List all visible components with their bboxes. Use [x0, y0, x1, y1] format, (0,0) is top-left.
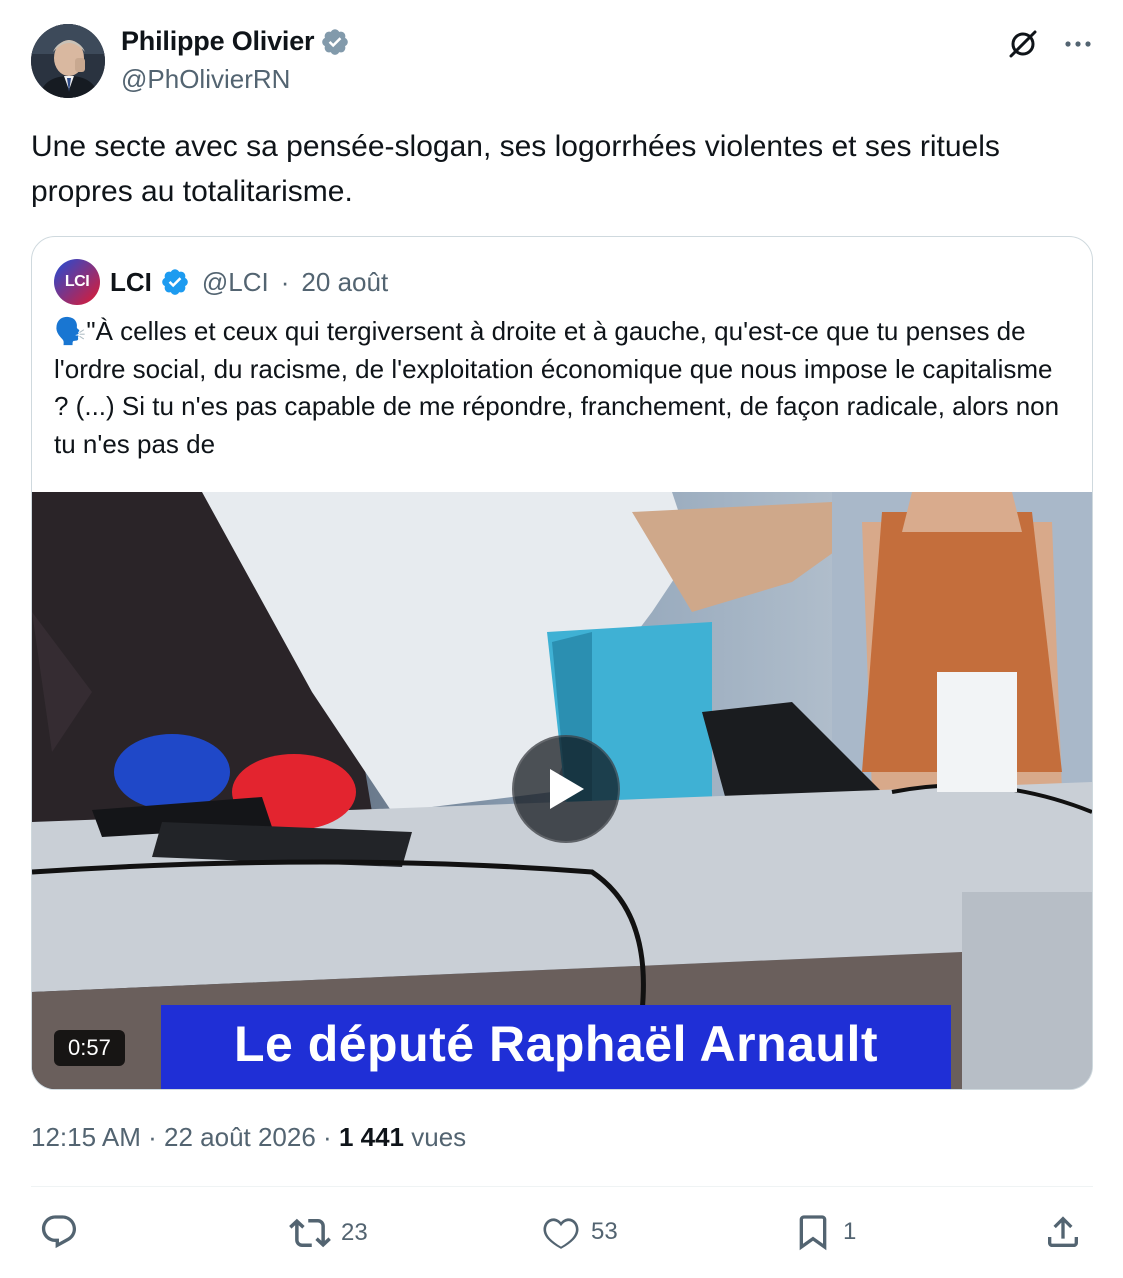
play-icon: [550, 769, 584, 809]
heart-icon: [543, 1218, 579, 1249]
verified-badge-icon: [160, 267, 190, 297]
lci-avatar: LCI: [54, 259, 100, 305]
retweet-count: 23: [341, 1219, 368, 1246]
quoted-tweet[interactable]: LCI LCI @LCI · 20 août 🗣️"À celles et ce…: [31, 236, 1093, 1090]
quoted-author-name: LCI: [110, 266, 152, 297]
bookmark-icon: [799, 1215, 827, 1251]
video-caption-text: Le député Raphaël Arnault: [233, 1016, 879, 1072]
quoted-text: 🗣️"À celles et ceux qui tergiversent à d…: [54, 313, 1064, 463]
video-caption-banner: Le député Raphaël Arnault: [161, 1005, 951, 1089]
like-button[interactable]: 53: [541, 1212, 618, 1252]
tweet-header: Philippe Olivier @PhOlivierRN: [31, 22, 1093, 98]
retweet-button[interactable]: 23: [289, 1212, 368, 1254]
quoted-text-body: "À celles et ceux qui tergiversent à dro…: [54, 316, 1060, 459]
views-label: vues: [411, 1122, 467, 1152]
quoted-separator: ·: [280, 266, 290, 297]
header-actions: [1007, 28, 1093, 60]
verified-badge-icon[interactable]: [320, 27, 350, 57]
meta-separator: ·: [148, 1122, 157, 1152]
lci-logo-text: LCI: [64, 273, 90, 290]
like-count: 53: [591, 1218, 618, 1245]
tweet-meta: 12:15 AM · 22 août 2026 · 1 441 vues: [31, 1122, 466, 1153]
author-display-name[interactable]: Philippe Olivier: [121, 26, 315, 57]
play-button[interactable]: [512, 735, 620, 843]
bookmark-button[interactable]: 1: [793, 1212, 856, 1252]
views-count: 1 441: [338, 1122, 405, 1152]
divider: [31, 1186, 1093, 1187]
quoted-date: 20 août: [301, 266, 389, 297]
retweet-icon: [289, 1218, 331, 1248]
share-icon: [1048, 1216, 1078, 1247]
tweet-text: Une secte avec sa pensée-slogan, ses log…: [31, 130, 1000, 208]
video-player[interactable]: 0:57 Le député Raphaël Arnault: [32, 492, 1092, 1089]
quoted-author-handle: @LCI: [201, 266, 269, 297]
meta-separator: ·: [323, 1122, 332, 1152]
speaking-head-emoji: 🗣️: [54, 316, 87, 346]
tweet-date[interactable]: 22 août 2026: [164, 1122, 316, 1152]
author-avatar[interactable]: [31, 24, 105, 98]
more-icon[interactable]: [1063, 29, 1093, 59]
tweet-time[interactable]: 12:15 AM: [31, 1122, 141, 1152]
bookmark-count: 1: [843, 1218, 857, 1245]
quoted-tweet-header: LCI LCI @LCI · 20 août: [54, 259, 388, 305]
author-name-row: Philippe Olivier: [121, 26, 350, 57]
author-handle[interactable]: @PhOlivierRN: [121, 64, 290, 95]
reply-button[interactable]: [39, 1212, 79, 1252]
video-duration: 0:57: [54, 1030, 125, 1066]
grok-icon[interactable]: [1007, 28, 1039, 60]
action-bar: 23 53 1: [31, 1206, 1093, 1262]
reply-icon: [41, 1215, 77, 1249]
share-button[interactable]: [1043, 1212, 1083, 1252]
